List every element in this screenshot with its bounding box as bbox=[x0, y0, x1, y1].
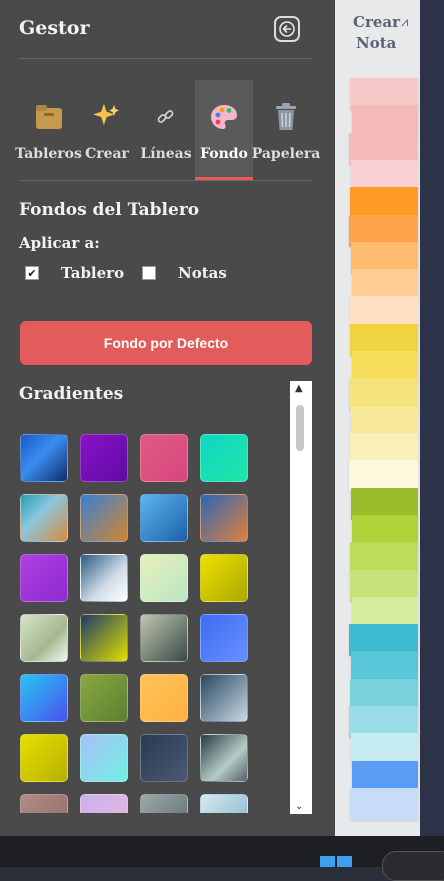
gradient-swatch[interactable] bbox=[80, 554, 128, 602]
gradient-swatch[interactable] bbox=[20, 734, 68, 782]
scrollbar[interactable]: ▲ ⌄ bbox=[290, 381, 312, 814]
scroll-down-icon[interactable]: ⌄ bbox=[295, 801, 303, 812]
gradient-swatch[interactable] bbox=[140, 674, 188, 722]
checkbox-notas[interactable] bbox=[142, 266, 156, 280]
default-background-button[interactable]: Fondo por Defecto bbox=[20, 321, 312, 365]
tab-label: Crear bbox=[85, 146, 129, 162]
gradient-swatch[interactable] bbox=[140, 434, 188, 482]
tab-bar: Tableros Crear Líneas Fondo Papelera bbox=[15, 80, 320, 180]
gradient-swatch[interactable] bbox=[200, 734, 248, 782]
scroll-thumb[interactable] bbox=[296, 405, 304, 451]
gradient-swatch[interactable] bbox=[20, 794, 68, 813]
scroll-up-icon[interactable]: ▲ bbox=[295, 383, 303, 394]
tab-label: Fondo bbox=[200, 146, 248, 162]
apply-label: Aplicar a: bbox=[19, 234, 100, 252]
check-notas[interactable]: Notas bbox=[142, 264, 227, 282]
magic-wand-icon: ⩘ bbox=[401, 15, 409, 30]
tab-lineas[interactable]: Líneas bbox=[140, 80, 192, 178]
taskbar-search[interactable] bbox=[382, 851, 444, 881]
tab-label: Tableros bbox=[15, 146, 82, 162]
manager-panel: Gestor Tableros Crear Líneas Fondo Papel… bbox=[0, 0, 335, 836]
check-label: Tablero bbox=[61, 264, 125, 282]
divider bbox=[19, 58, 312, 59]
gradient-swatch[interactable] bbox=[140, 554, 188, 602]
gradient-swatch[interactable] bbox=[80, 674, 128, 722]
gradient-swatch[interactable] bbox=[140, 614, 188, 662]
gradient-swatch[interactable] bbox=[80, 434, 128, 482]
taskbar bbox=[0, 836, 444, 867]
note-color-stack bbox=[349, 78, 421, 820]
check-tablero[interactable]: ✔ Tablero bbox=[25, 264, 124, 282]
create-note-button[interactable]: Crear Nota bbox=[353, 12, 400, 54]
gradient-swatch[interactable] bbox=[200, 794, 248, 813]
sparkles-icon bbox=[92, 102, 122, 132]
gradient-swatch[interactable] bbox=[200, 554, 248, 602]
tab-fondo[interactable]: Fondo bbox=[195, 80, 253, 180]
desktop-background bbox=[420, 0, 444, 836]
gradient-swatch[interactable] bbox=[80, 794, 128, 813]
trash-icon bbox=[274, 102, 298, 132]
tab-label: Papelera bbox=[251, 146, 321, 162]
gradient-grid bbox=[19, 433, 259, 813]
gradient-swatch[interactable] bbox=[140, 794, 188, 813]
gradient-swatch[interactable] bbox=[140, 734, 188, 782]
gradient-swatch[interactable] bbox=[20, 494, 68, 542]
gradient-swatch[interactable] bbox=[80, 494, 128, 542]
checkbox-tablero[interactable]: ✔ bbox=[25, 266, 39, 280]
gradient-swatch[interactable] bbox=[140, 494, 188, 542]
arrow-left-icon bbox=[279, 21, 295, 37]
gradient-swatch[interactable] bbox=[20, 554, 68, 602]
tab-tableros[interactable]: Tableros bbox=[15, 80, 82, 178]
tab-label: Líneas bbox=[140, 146, 192, 162]
tab-crear[interactable]: Crear bbox=[85, 80, 129, 178]
panel-title: Gestor bbox=[19, 17, 90, 39]
gradient-swatch[interactable] bbox=[20, 434, 68, 482]
gradient-swatch[interactable] bbox=[200, 614, 248, 662]
note-color-swatch[interactable] bbox=[350, 788, 418, 820]
gradient-swatch[interactable] bbox=[200, 434, 248, 482]
gradient-swatch[interactable] bbox=[200, 494, 248, 542]
gradient-swatch[interactable] bbox=[80, 614, 128, 662]
palette-icon bbox=[209, 102, 239, 132]
gradient-swatch[interactable] bbox=[20, 674, 68, 722]
gradients-title: Gradientes bbox=[19, 384, 124, 404]
board-folder-icon bbox=[35, 102, 63, 132]
section-title: Fondos del Tablero bbox=[19, 200, 200, 220]
link-icon bbox=[156, 102, 176, 132]
gradient-swatch[interactable] bbox=[20, 614, 68, 662]
note-label: Nota bbox=[356, 34, 397, 52]
check-label: Notas bbox=[178, 264, 227, 282]
create-label: Crear bbox=[353, 13, 401, 31]
tab-papelera[interactable]: Papelera bbox=[252, 80, 320, 178]
gradient-swatch[interactable] bbox=[200, 674, 248, 722]
windows-start-icon[interactable] bbox=[320, 856, 352, 867]
gradient-swatch[interactable] bbox=[80, 734, 128, 782]
back-button[interactable] bbox=[274, 16, 300, 42]
divider bbox=[19, 180, 312, 181]
